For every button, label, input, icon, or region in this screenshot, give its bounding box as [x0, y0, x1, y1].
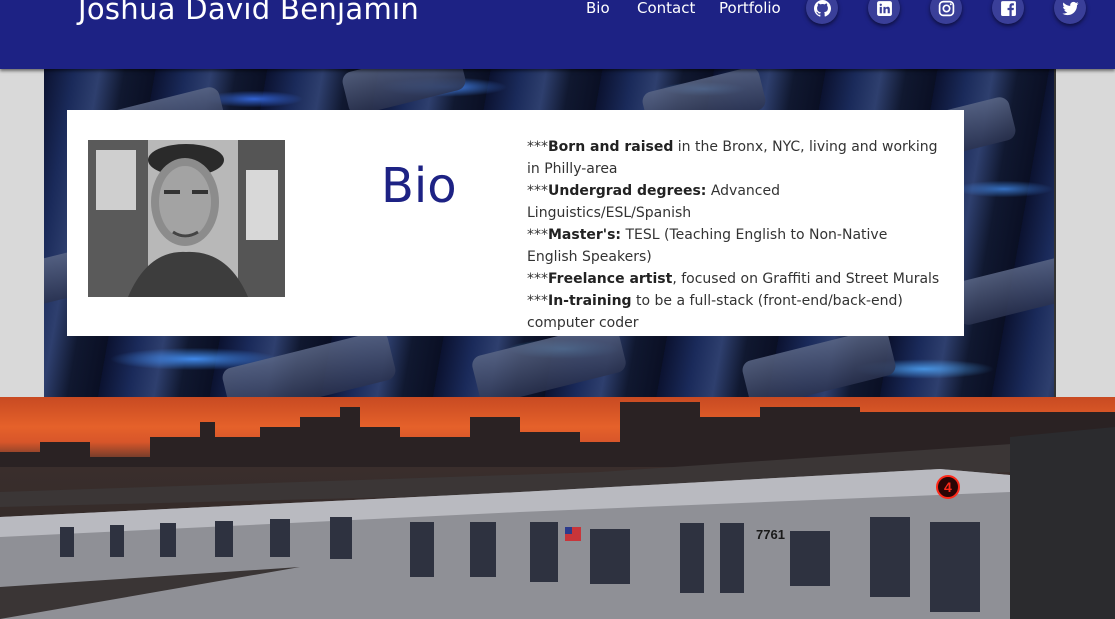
nav-bio-link[interactable]: Bio [586, 0, 610, 17]
car-number-label: 7761 [756, 527, 785, 542]
subway-train-photo: 7761 4 [0, 397, 1115, 619]
keyboard-key-shape [740, 326, 898, 398]
linkedin-icon [876, 0, 892, 16]
instagram-icon [938, 0, 954, 16]
instagram-button[interactable] [930, 0, 962, 24]
site-brand[interactable]: Joshua David Benjamin [78, 0, 419, 26]
bio-line: ***Master's: TESL (Teaching English to N… [527, 227, 888, 265]
twitter-icon [1061, 1, 1078, 15]
bio-line: ***Freelance artist, focused on Graffiti… [527, 271, 940, 287]
profile-photo [88, 140, 285, 297]
linkedin-button[interactable] [868, 0, 900, 24]
nav-contact-link[interactable]: Contact [637, 0, 695, 17]
keyboard-key-shape [220, 329, 398, 398]
bio-card: Bio ***Born and raised in the Bronx, NYC… [67, 110, 964, 336]
github-button[interactable] [806, 0, 838, 24]
facebook-button[interactable] [992, 0, 1024, 24]
bio-line: ***In-training to be a full-stack (front… [527, 293, 903, 331]
github-icon [813, 0, 831, 17]
nav-portfolio-link[interactable]: Portfolio [719, 0, 781, 17]
keyboard-key-shape [950, 255, 1054, 327]
route-number-sign: 4 [944, 479, 952, 495]
bio-line: ***Undergrad degrees: Advanced Linguisti… [527, 183, 780, 221]
bio-heading: Bio [381, 158, 457, 214]
bio-line: ***Born and raised in the Bronx, NYC, li… [527, 139, 938, 177]
twitter-button[interactable] [1054, 0, 1086, 24]
subway-scene: 7761 4 [0, 402, 1115, 619]
top-navbar: Joshua David Benjamin Bio Contact Portfo… [0, 0, 1115, 69]
profile-photo-image [88, 140, 285, 297]
bio-description: ***Born and raised in the Bronx, NYC, li… [527, 136, 942, 334]
facebook-icon [1000, 0, 1016, 16]
